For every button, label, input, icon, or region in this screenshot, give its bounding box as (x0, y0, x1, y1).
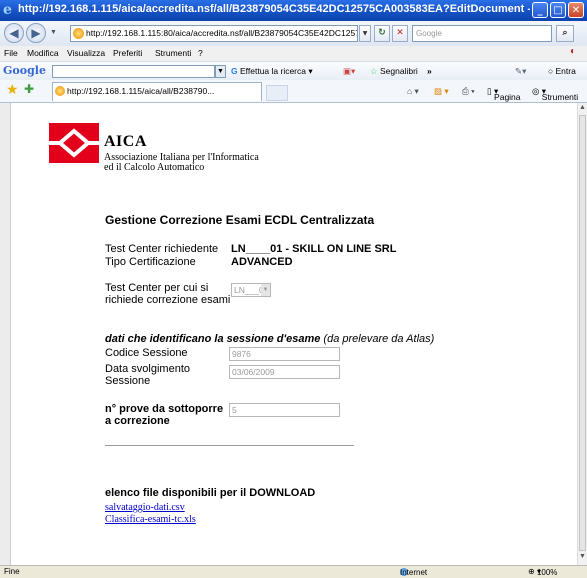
test-center-label: Test Center richiedente (105, 243, 219, 255)
stop-icon[interactable]: ✕ (392, 25, 408, 42)
session-date-field[interactable]: 03/06/2009 (229, 365, 340, 379)
page-menu[interactable]: ▯ Pagina ▾ (487, 86, 521, 102)
page-icon (73, 28, 84, 39)
close-button[interactable]: ✕ (568, 2, 584, 18)
minimize-button[interactable]: _ (532, 2, 548, 18)
more-button[interactable]: » (427, 66, 432, 76)
window-title: http://192.168.1.115/aica/accredita.nsf/… (18, 3, 530, 15)
tab-page-icon (55, 86, 65, 96)
google-search-button[interactable]: G Effettua la ricerca ▾ (231, 66, 313, 77)
page-left-gutter (0, 103, 11, 565)
tools-menu[interactable]: ◎ Strumenti ▾ (532, 86, 578, 102)
google-search-input[interactable] (52, 65, 215, 78)
scroll-thumb[interactable] (579, 115, 586, 551)
zoom-control[interactable]: ⊕ 100% ▾ (528, 567, 557, 577)
menu-favorites[interactable]: Preferiti (113, 48, 142, 58)
status-bar: Fine Internet ⊕ 100% ▾ (0, 565, 587, 578)
signin-button[interactable]: ○ Entra (548, 66, 576, 76)
menu-help[interactable]: ? (198, 48, 203, 58)
google-g-icon: G (231, 66, 238, 76)
vertical-scrollbar[interactable]: ▲ ▼ (577, 103, 587, 565)
menu-bar: File Modifica Visualizza Preferiti Strum… (0, 46, 587, 61)
wrench-icon[interactable]: ✎▾ (515, 66, 526, 77)
google-logo: Google (3, 64, 46, 77)
address-bar[interactable]: http://192.168.1.115:80/aica/accredita.n… (70, 25, 358, 42)
cert-type-value: ADVANCED (231, 256, 293, 268)
print-icon[interactable]: ⎙ ▾ (462, 86, 475, 97)
navigation-bar: ◀ ▶ ▼ http://192.168.1.115:80/aica/accre… (0, 21, 587, 47)
session-date-label: Data svolgimento Sessione (105, 363, 190, 387)
back-button[interactable]: ◀ (4, 23, 24, 43)
toolbar-options-icon[interactable]: ◐ (570, 46, 576, 57)
downloads-title: elenco file disponibili per il DOWNLOAD (105, 487, 316, 499)
scroll-down-icon[interactable]: ▼ (578, 553, 587, 563)
add-favorites-icon[interactable]: ✚ (24, 82, 34, 96)
bookmark-star-icon[interactable]: ☆ (370, 66, 378, 77)
favorites-star-icon[interactable]: ★ (6, 82, 19, 98)
menu-tools[interactable]: Strumenti (155, 48, 191, 58)
status-text: Fine (4, 567, 20, 576)
section-divider (105, 445, 354, 446)
maximize-button[interactable]: □ (550, 2, 566, 18)
tab-bar: ★ ✚ http://192.168.1.115/aica/all/B23879… (0, 80, 587, 103)
search-icon[interactable]: ⌕ (556, 25, 574, 42)
tab-active[interactable]: http://192.168.1.115/aica/all/B238790... (52, 82, 262, 101)
menu-file[interactable]: File (4, 48, 18, 58)
google-search-dropdown-icon[interactable]: ▼ (215, 65, 226, 78)
address-text: http://192.168.1.115:80/aica/accredita.n… (86, 28, 357, 38)
pagerank-icon[interactable]: ▣▾ (343, 66, 355, 77)
bookmarks-button[interactable]: Segnalibri (380, 66, 418, 76)
signin-circle-icon: ○ (548, 66, 554, 76)
tc-correction-select[interactable]: LN___01 ▼ (231, 283, 271, 297)
tests-count-field[interactable]: 5 (229, 403, 340, 417)
forward-button[interactable]: ▶ (26, 23, 46, 43)
home-icon[interactable]: ⌂ ▾ (407, 86, 419, 97)
org-name: AICA (104, 133, 147, 150)
menu-edit[interactable]: Modifica (27, 48, 59, 58)
address-dropdown-icon[interactable]: ▼ (359, 25, 371, 42)
new-tab-button[interactable] (266, 85, 288, 101)
session-code-label: Codice Sessione (105, 347, 188, 359)
cert-type-label: Tipo Certificazione (105, 256, 196, 268)
session-code-field[interactable]: 9876 (229, 347, 340, 361)
scroll-up-icon[interactable]: ▲ (578, 104, 587, 114)
history-dropdown-icon[interactable]: ▼ (50, 29, 57, 36)
select-dropdown-icon: ▼ (261, 284, 270, 296)
page-viewport: AICA Associazione Italiana per l'Informa… (11, 103, 577, 565)
session-heading: dati che identificano la sessione d'esam… (105, 333, 435, 345)
download-link[interactable]: Classifica-esami-tc.xls (105, 514, 196, 525)
refresh-icon[interactable]: ↻ (374, 25, 390, 42)
aica-logo-icon (49, 123, 99, 163)
org-subtitle: Associazione Italiana per l'Informatica … (104, 152, 259, 173)
menu-view[interactable]: Visualizza (67, 48, 105, 58)
tab-label: http://192.168.1.115/aica/all/B238790... (67, 86, 215, 96)
download-link[interactable]: salvataggio-dati.csv (105, 502, 185, 513)
feeds-icon[interactable]: ▨ ▾ (434, 86, 449, 97)
tests-count-label: n° prove da sottoporre a correzione (105, 403, 224, 427)
tc-correction-label: Test Center per cui si richiede correzio… (105, 282, 231, 306)
search-input[interactable]: Google (412, 25, 552, 42)
page-title: Gestione Correzione Esami ECDL Centraliz… (105, 213, 375, 227)
test-center-value: LN____01 - SKILL ON LINE SRL (231, 243, 397, 255)
window-title-bar[interactable]: e http://192.168.1.115/aica/accredita.ns… (0, 0, 587, 21)
google-toolbar: Google ▼ G Effettua la ricerca ▾ ▣▾ ☆ Se… (0, 61, 587, 82)
ie-logo-icon: e (3, 2, 12, 18)
